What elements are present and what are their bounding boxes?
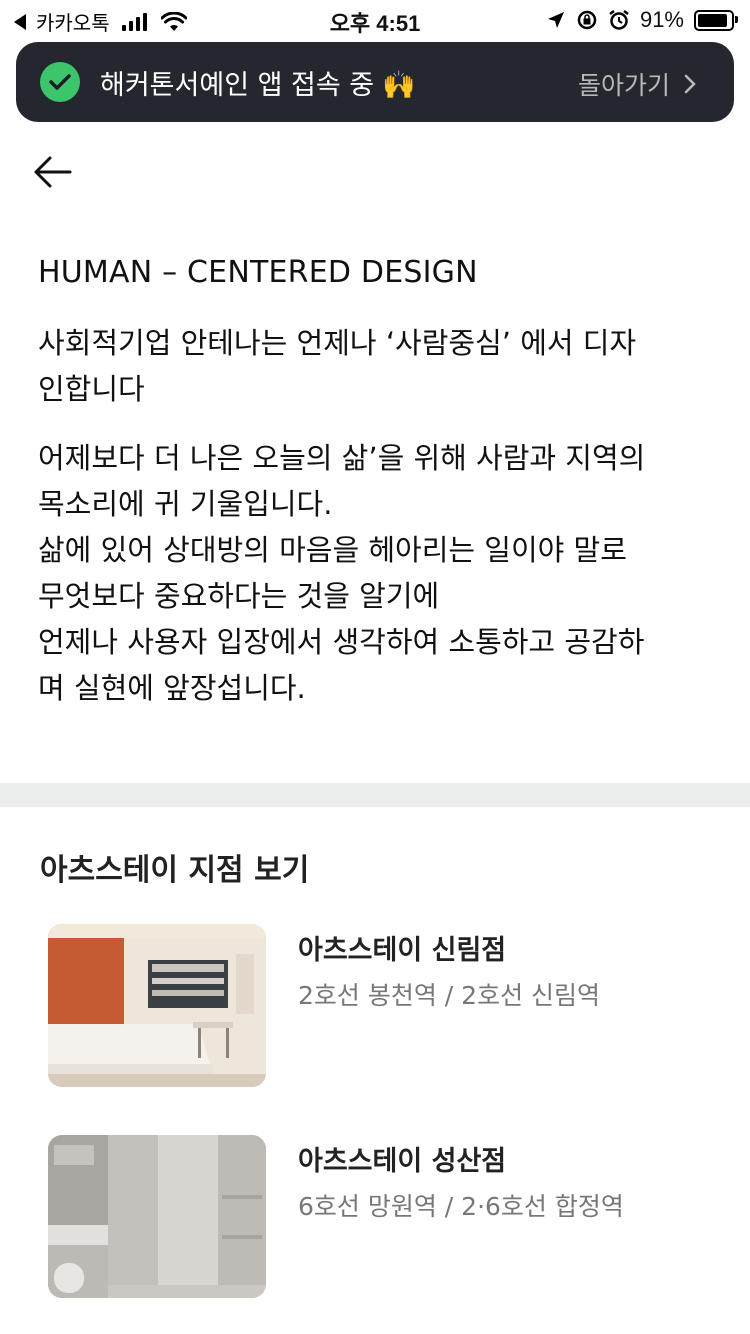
body-line: 며 실현에 앞장섭니다. — [38, 671, 306, 705]
section-divider — [0, 783, 750, 807]
branch-stations: 6호선 망원역 / 2·6호선 합정역 — [298, 1192, 624, 1221]
branches-title: 아츠스테이 지점 보기 — [40, 853, 310, 888]
branch-name[interactable]: 아츠스테이 신림점 — [298, 928, 506, 967]
branch-photo[interactable] — [48, 924, 266, 1087]
battery-percent: 91% — [639, 7, 684, 32]
intro-paragraph: 사회적기업 안테나는 언제나 ‘사람중심’ 에서 디자 인합니다 — [38, 320, 718, 412]
branch-item-sillim[interactable]: 아츠스테이 신림점 2호선 봉천역 / 2호선 신림역 — [48, 924, 728, 1089]
check-circle-icon — [40, 62, 80, 102]
return-button[interactable]: 돌아가기 — [578, 66, 696, 102]
section-heading: HUMAN – CENTERED DESIGN — [38, 255, 478, 290]
intro-line: 사회적기업 안테나는 언제나 ‘사람중심’ 에서 디자 — [38, 326, 637, 360]
app-connection-banner[interactable]: 해커톤서예인 앱 접속 중 🙌 돌아가기 — [16, 42, 734, 122]
banner-message: 해커톤서예인 앱 접속 중 🙌 — [100, 63, 416, 102]
return-label[interactable]: 돌아가기 — [578, 66, 670, 102]
branch-stations: 2호선 봉천역 / 2호선 신림역 — [298, 981, 601, 1010]
chevron-right-icon[interactable] — [684, 74, 696, 94]
status-right: 91% — [546, 7, 738, 33]
body-line: 무엇보다 중요하다는 것을 알기에 — [38, 579, 440, 613]
body-line: 삶에 있어 상대방의 마음을 헤아리는 일이야 말로 — [38, 533, 627, 567]
branch-item-seongsan[interactable]: 아츠스테이 성산점 6호선 망원역 / 2·6호선 합정역 — [48, 1135, 728, 1300]
orientation-lock-icon — [577, 10, 597, 30]
branch-name[interactable]: 아츠스테이 성산점 — [298, 1139, 506, 1178]
intro-line: 인합니다 — [38, 372, 145, 406]
location-icon — [547, 12, 564, 28]
branch-photo[interactable] — [48, 1135, 266, 1298]
back-arrow-icon[interactable] — [30, 152, 74, 192]
banner-message-text: 해커톤서예인 앱 접속 중 — [100, 69, 375, 101]
battery-icon — [694, 9, 738, 31]
status-bar: 카카오톡 오후 4:51 91% — [0, 0, 750, 40]
alarm-icon — [609, 10, 629, 30]
body-paragraph: 어제보다 더 나은 오늘의 삶’을 위해 사람과 지역의 목소리에 귀 기울입니… — [38, 435, 718, 711]
body-line: 언제나 사용자 입장에서 생각하여 소통하고 공감하 — [38, 625, 645, 659]
body-line: 어제보다 더 나은 오늘의 삶’을 위해 사람과 지역의 — [38, 441, 646, 475]
raised-hands-icon: 🙌 — [382, 69, 416, 101]
body-line: 목소리에 귀 기울입니다. — [38, 487, 333, 521]
